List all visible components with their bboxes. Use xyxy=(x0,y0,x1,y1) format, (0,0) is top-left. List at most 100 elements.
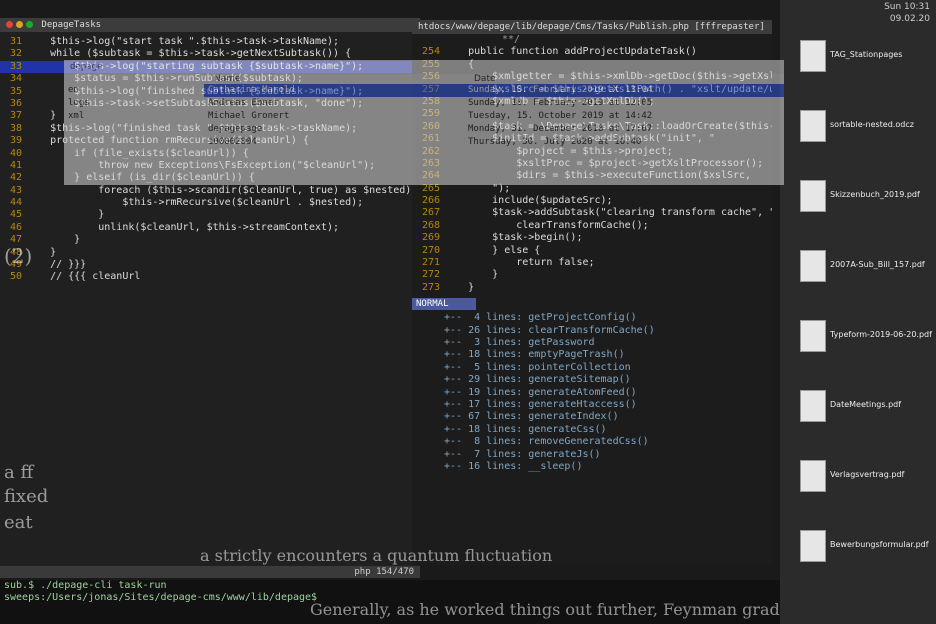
desktop-file[interactable]: Bewerbungsformular.pdf xyxy=(800,530,930,590)
fold-line[interactable]: +-- 26 lines: clearTransformCache() xyxy=(412,325,772,337)
menu-bar-clock: Sun 10:31 xyxy=(884,2,930,12)
desktop-file[interactable]: sortable-nested.odcz xyxy=(800,110,930,170)
document-icon xyxy=(800,250,826,282)
code-text: clearTransformCache(); xyxy=(444,219,649,231)
editor-right-folds[interactable]: +-- 4 lines: getProjectConfig() +-- 26 li… xyxy=(412,312,772,473)
file-label: Skizzenbuch_2019.pdf xyxy=(830,190,920,199)
desktop-file[interactable]: TAG_Stationpages xyxy=(800,40,930,100)
document-icon xyxy=(800,390,826,422)
editor-right-comment: **/ xyxy=(502,34,521,45)
file-date: Monday, 31. December 2018 at 17:07 xyxy=(468,124,653,134)
code-text: foreach ($this->scandir($cleanUrl, true)… xyxy=(26,184,420,196)
file-name: Catharina Marold xyxy=(208,85,295,95)
line-number: 33 xyxy=(9,60,22,72)
code-text: } xyxy=(444,269,499,281)
menu-bar-date: 09.02.20 xyxy=(889,14,930,24)
code-line[interactable]: 32 while ($subtask = $this->task->getNex… xyxy=(0,48,420,60)
document-icon xyxy=(800,40,826,72)
line-number: 31 xyxy=(9,36,22,47)
fold-line[interactable]: +-- 8 lines: removeGeneratedCss() xyxy=(412,436,772,448)
fold-line[interactable]: +-- 3 lines: getPassword xyxy=(412,337,772,349)
code-line[interactable]: 268 clearTransformCache(); xyxy=(412,220,772,232)
line-number: 38 xyxy=(9,122,22,134)
document-icon xyxy=(800,110,826,142)
file-manager-header: Name Date xyxy=(64,74,784,84)
code-line[interactable]: 270 } else { xyxy=(412,245,772,257)
code-line[interactable]: 45 } xyxy=(0,209,420,221)
file-date: Sunday, 10. February 2019 at 12:05 xyxy=(468,98,653,108)
code-text: $task->begin(); xyxy=(444,232,583,244)
fold-line[interactable]: +-- 5 lines: pointerCollection xyxy=(412,362,772,374)
desktop-file[interactable]: DateMeetings.pdf xyxy=(800,390,930,450)
desktop-file[interactable]: Skizzenbuch_2019.pdf xyxy=(800,180,930,240)
file-name: depagepage xyxy=(208,124,263,134)
line-number: 266 xyxy=(421,195,440,207)
file-manager-title: depage xyxy=(70,62,103,72)
fold-line[interactable]: +-- 18 lines: emptyPageTrash() xyxy=(412,349,772,361)
line-number: 32 xyxy=(9,48,22,60)
file-label: Bewerbungsformular.pdf xyxy=(830,540,929,549)
file-row[interactable]: 100002804 Thursday, 30. July 2020 at 16:4… xyxy=(204,136,784,149)
column-name[interactable]: Name xyxy=(214,74,474,84)
line-number: 254 xyxy=(421,46,440,58)
line-number: 40 xyxy=(9,147,22,159)
file-date: Sunday, 10. February 2019 at 13:04 xyxy=(468,85,653,95)
fold-line[interactable]: +-- 17 lines: generateHtaccess() xyxy=(412,399,772,411)
fold-line[interactable]: +-- 4 lines: getProjectConfig() xyxy=(412,312,772,324)
minimize-icon[interactable] xyxy=(16,21,23,28)
code-line[interactable]: 31 $this->log("start task ".$this->task-… xyxy=(0,36,420,48)
code-line[interactable]: 46 unlink($cleanUrl, $this->streamContex… xyxy=(0,222,420,234)
file-row[interactable]: Andreas Ebner Sunday, 10. February 2019 a… xyxy=(204,97,784,110)
file-date: Tuesday, 15. October 2019 at 14:42 xyxy=(468,111,653,121)
file-row[interactable]: Catharina Marold Sunday, 10. February 201… xyxy=(204,84,784,97)
fold-line[interactable]: +-- 67 lines: generateIndex() xyxy=(412,411,772,423)
code-line[interactable]: 267 $task->addSubtask("clearing transfor… xyxy=(412,207,772,219)
code-line[interactable]: 254 public function addProjectUpdateTask… xyxy=(412,46,772,58)
close-icon[interactable] xyxy=(6,21,13,28)
line-number: 271 xyxy=(421,257,440,269)
line-number: 42 xyxy=(9,172,22,184)
line-number: 39 xyxy=(9,135,22,147)
fold-line[interactable]: +-- 19 lines: generateAtomFeed() xyxy=(412,387,772,399)
code-text: } xyxy=(26,110,57,122)
fold-line[interactable]: +-- 16 lines: __sleep() xyxy=(412,461,772,473)
code-line[interactable]: 266 include($updateSrc); xyxy=(412,195,772,207)
file-row[interactable]: Michael Gronert Tuesday, 15. October 2019… xyxy=(204,110,784,123)
code-line[interactable]: 269 $task->begin(); xyxy=(412,232,772,244)
file-manager-sidebar[interactable]: en logs xml xyxy=(64,84,204,149)
sidebar-item[interactable]: logs xyxy=(64,97,204,110)
editor-right-titlebar: htdocs/www/depage/lib/depage/Cms/Tasks/P… xyxy=(412,20,772,34)
code-line[interactable]: 271 return false; xyxy=(412,257,772,269)
file-label: DateMeetings.pdf xyxy=(830,400,902,409)
line-number: 36 xyxy=(9,97,22,109)
file-manager-window[interactable]: depage Name Date en logs xml Catharina Mar… xyxy=(64,60,784,185)
code-line[interactable]: 272 } xyxy=(412,269,772,281)
fold-line[interactable]: +-- 7 lines: generateJs() xyxy=(412,449,772,461)
desktop: Sun 10:31 09.02.20 TAG_Stationpagessorta… xyxy=(780,0,936,624)
zoom-icon[interactable] xyxy=(26,21,33,28)
desktop-file[interactable]: Typeform-2019-06-20.pdf xyxy=(800,320,932,380)
book-fragments: (2) a ff fixed eat xyxy=(0,240,80,540)
code-line[interactable]: 43 foreach ($this->scandir($cleanUrl, tr… xyxy=(0,185,420,197)
fold-line[interactable]: +-- 18 lines: generateCss() xyxy=(412,424,772,436)
line-number: 34 xyxy=(9,73,22,85)
line-number: 272 xyxy=(421,269,440,281)
file-manager-rows[interactable]: Catharina Marold Sunday, 10. February 201… xyxy=(204,84,784,149)
code-line[interactable]: 44 $this->rmRecursive($cleanUrl . $neste… xyxy=(0,197,420,209)
desktop-file[interactable]: 2007A-Sub_Bill_157.pdf xyxy=(800,250,930,310)
fold-line[interactable]: +-- 29 lines: generateSitemap() xyxy=(412,374,772,386)
sidebar-item[interactable]: xml xyxy=(64,110,204,123)
code-line[interactable]: 273 } xyxy=(412,282,772,294)
file-label: Verlagsvertrag.pdf xyxy=(830,470,905,479)
file-row[interactable]: depagepage Monday, 31. December 2018 at 1… xyxy=(204,123,784,136)
line-number: 267 xyxy=(421,207,440,219)
code-text: while ($subtask = $this->task->getNextSu… xyxy=(26,48,352,60)
sidebar-item[interactable]: en xyxy=(64,84,204,97)
line-number: 44 xyxy=(9,197,22,209)
line-number: 45 xyxy=(9,209,22,221)
code-text: } xyxy=(26,209,105,221)
code-text: } else { xyxy=(444,244,541,256)
column-date[interactable]: Date xyxy=(474,74,496,84)
desktop-file[interactable]: Verlagsvertrag.pdf xyxy=(800,460,930,520)
file-name: Michael Gronert xyxy=(208,111,290,121)
